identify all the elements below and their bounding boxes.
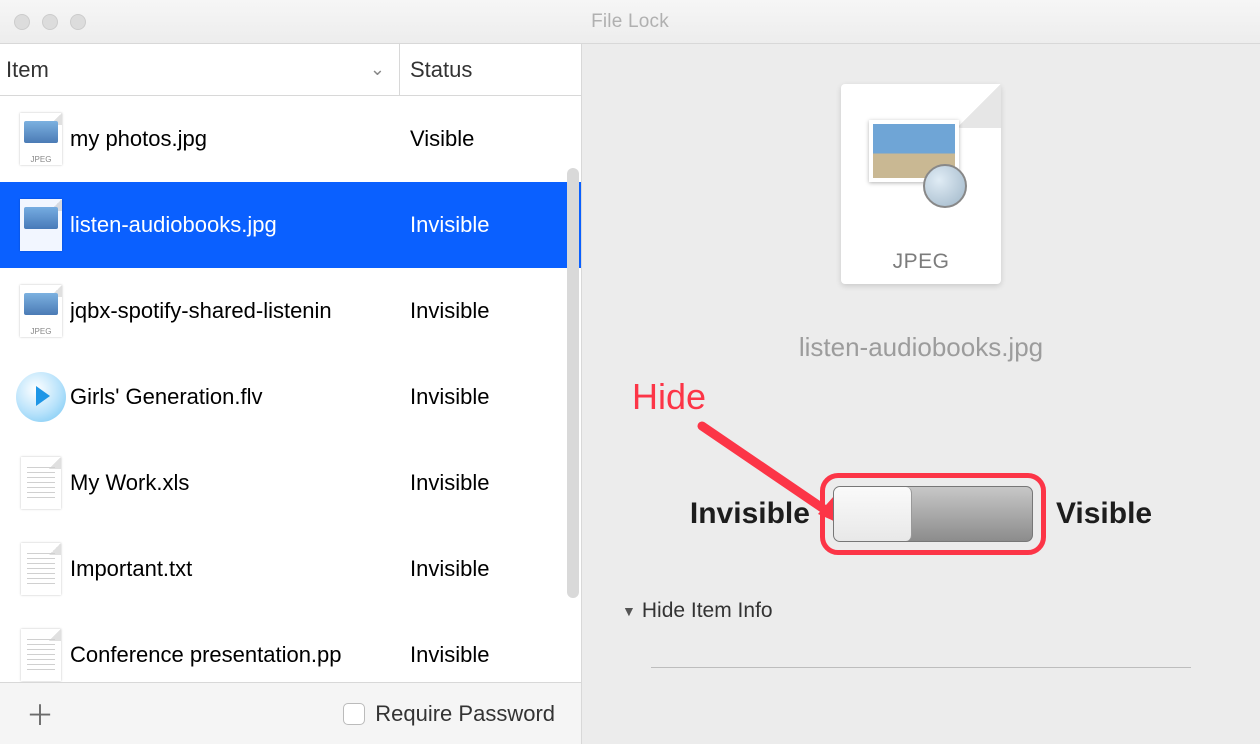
jpeg-icon: JPEG [20, 199, 62, 251]
file-name: my photos.jpg [70, 126, 400, 152]
document-icon [21, 629, 61, 681]
document-icon [21, 543, 61, 595]
hide-item-info-label: Hide Item Info [642, 599, 773, 623]
file-status: Invisible [400, 384, 489, 410]
titlebar: File Lock [0, 0, 1260, 44]
require-password-checkbox[interactable] [343, 703, 365, 725]
jpeg-icon: JPEG [20, 285, 62, 337]
table-row[interactable]: JPEG my photos.jpg Visible [0, 96, 581, 182]
separator [651, 667, 1191, 668]
file-name: Girls' Generation.flv [70, 384, 400, 410]
visibility-toggle[interactable] [833, 486, 1033, 542]
table-row[interactable]: JPEG listen-audiobooks.jpg Invisible [0, 182, 581, 268]
annotation-highlight-box [820, 473, 1046, 555]
file-name: listen-audiobooks.jpg [70, 212, 400, 238]
table-row[interactable]: Conference presentation.pp Invisible [0, 612, 581, 682]
file-status: Invisible [400, 556, 489, 582]
column-headers: Item ⌄ Status [0, 44, 581, 96]
file-list-pane: Item ⌄ Status JPEG my photos.jpg Visible… [0, 44, 582, 744]
add-file-button[interactable]: ＋ [26, 694, 54, 734]
chevron-down-icon: ⌄ [370, 59, 385, 80]
visibility-toggle-row: Invisible Visible [690, 473, 1152, 555]
file-status: Invisible [400, 212, 489, 238]
file-rows: JPEG my photos.jpg Visible JPEG listen-a… [0, 96, 581, 682]
bottom-toolbar: ＋ Require Password [0, 682, 581, 744]
scrollbar[interactable] [567, 168, 579, 598]
document-icon [21, 457, 61, 509]
table-row[interactable]: JPEG jqbx-spotify-shared-listenin Invisi… [0, 268, 581, 354]
file-type-label: JPEG [893, 250, 950, 274]
file-name: Important.txt [70, 556, 400, 582]
magnifying-glass-icon [923, 164, 967, 208]
toggle-knob[interactable] [834, 487, 912, 541]
selected-filename: listen-audiobooks.jpg [799, 332, 1043, 363]
file-preview-icon: JPEG [841, 84, 1001, 284]
file-status: Invisible [400, 470, 489, 496]
invisible-label: Invisible [690, 497, 810, 531]
column-header-item-label: Item [6, 57, 49, 83]
table-row[interactable]: My Work.xls Invisible [0, 440, 581, 526]
file-name: jqbx-spotify-shared-listenin [70, 298, 400, 324]
window-title: File Lock [0, 11, 1260, 33]
detail-pane: JPEG listen-audiobooks.jpg Hide Invisibl… [582, 44, 1260, 744]
visible-label: Visible [1056, 497, 1152, 531]
video-icon [16, 372, 66, 422]
disclosure-triangle-icon: ▼ [622, 603, 636, 619]
table-row[interactable]: Girls' Generation.flv Invisible [0, 354, 581, 440]
file-name: Conference presentation.pp [70, 642, 400, 668]
column-header-item[interactable]: Item ⌄ [0, 44, 400, 95]
table-row[interactable]: Important.txt Invisible [0, 526, 581, 612]
file-status: Visible [400, 126, 474, 152]
annotation-hide-label: Hide [632, 376, 706, 418]
require-password-option[interactable]: Require Password [343, 701, 555, 727]
jpeg-icon: JPEG [20, 113, 62, 165]
file-name: My Work.xls [70, 470, 400, 496]
file-status: Invisible [400, 298, 489, 324]
require-password-label: Require Password [375, 701, 555, 727]
column-header-status-label: Status [410, 57, 472, 83]
column-header-status[interactable]: Status [400, 44, 581, 95]
hide-item-info-toggle[interactable]: ▼ Hide Item Info [622, 599, 773, 623]
file-status: Invisible [400, 642, 489, 668]
